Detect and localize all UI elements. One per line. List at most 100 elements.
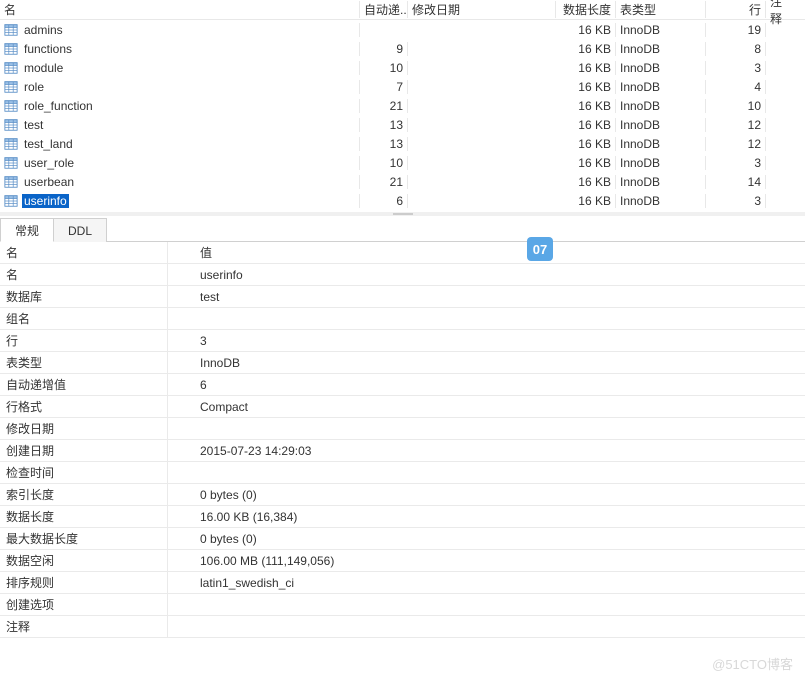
property-row[interactable]: 注释 [0, 616, 805, 638]
property-row[interactable]: 创建选项 [0, 594, 805, 616]
table-name: admins [22, 23, 65, 37]
property-value: 16.00 KB (16,384) [168, 510, 805, 524]
properties-grid: 名 值 名 userinfo 数据库 test 组名 行 3 表类型 InnoD… [0, 242, 805, 638]
cell-auto-inc: 10 [360, 61, 408, 75]
tab-ddl[interactable]: DDL [53, 218, 107, 242]
header-data-length[interactable]: 数据长度 [556, 1, 616, 18]
property-row[interactable]: 数据空闲 106.00 MB (111,149,056) [0, 550, 805, 572]
property-value: latin1_swedish_ci [168, 576, 805, 590]
cell-auto-inc: 9 [360, 42, 408, 56]
property-key: 排序规则 [0, 572, 168, 593]
cell-rows: 19 [706, 23, 766, 37]
property-row[interactable]: 排序规则 latin1_swedish_ci [0, 572, 805, 594]
table-icon [4, 156, 18, 170]
header-name[interactable]: 名 [0, 1, 360, 18]
property-key: 名 [0, 264, 168, 285]
cell-auto-inc: 7 [360, 80, 408, 94]
property-row[interactable]: 行 3 [0, 330, 805, 352]
tab-general[interactable]: 常规 [0, 218, 54, 242]
property-value: 3 [168, 334, 805, 348]
table-name: module [22, 61, 65, 75]
cell-rows: 3 [706, 61, 766, 75]
cell-table-type: InnoDB [616, 61, 706, 75]
property-row[interactable]: 自动递增值 6 [0, 374, 805, 396]
cell-data-length: 16 KB [556, 80, 616, 94]
cell-rows: 10 [706, 99, 766, 113]
cell-rows: 14 [706, 175, 766, 189]
table-row[interactable]: test 13 16 KB InnoDB 12 [0, 115, 805, 134]
property-row[interactable]: 数据库 test [0, 286, 805, 308]
property-key: 注释 [0, 616, 168, 637]
table-row[interactable]: userinfo 6 16 KB InnoDB 3 [0, 191, 805, 210]
property-value: 0 bytes (0) [168, 488, 805, 502]
header-comment[interactable]: 注释 [766, 0, 796, 27]
cell-table-type: InnoDB [616, 80, 706, 94]
table-icon [4, 61, 18, 75]
property-key: 检查时间 [0, 462, 168, 483]
property-row[interactable]: 数据长度 16.00 KB (16,384) [0, 506, 805, 528]
table-row[interactable]: functions 9 16 KB InnoDB 8 [0, 39, 805, 58]
properties-header: 名 值 [0, 242, 805, 264]
header-rows[interactable]: 行 [706, 1, 766, 18]
properties-header-key[interactable]: 名 [0, 242, 168, 263]
cell-rows: 12 [706, 118, 766, 132]
property-row[interactable]: 行格式 Compact [0, 396, 805, 418]
property-value: test [168, 290, 805, 304]
property-key: 索引长度 [0, 484, 168, 505]
table-icon [4, 118, 18, 132]
property-row[interactable]: 索引长度 0 bytes (0) [0, 484, 805, 506]
table-row[interactable]: test_land 13 16 KB InnoDB 12 [0, 134, 805, 153]
table-row[interactable]: userbean 21 16 KB InnoDB 14 [0, 172, 805, 191]
header-auto-inc[interactable]: 自动递... [360, 1, 408, 18]
cell-auto-inc: 13 [360, 137, 408, 151]
property-row[interactable]: 名 userinfo [0, 264, 805, 286]
cell-rows: 8 [706, 42, 766, 56]
properties-header-val[interactable]: 值 [168, 244, 805, 261]
detail-tabs: 常规 DDL [0, 218, 805, 242]
table-name: functions [22, 42, 74, 56]
table-name: test_land [22, 137, 75, 151]
cell-data-length: 16 KB [556, 118, 616, 132]
cell-table-type: InnoDB [616, 42, 706, 56]
property-value: userinfo [168, 268, 805, 282]
property-key: 创建日期 [0, 440, 168, 461]
cell-data-length: 16 KB [556, 42, 616, 56]
header-modify-date[interactable]: 修改日期 [408, 1, 556, 18]
cell-auto-inc: 6 [360, 194, 408, 208]
property-key: 表类型 [0, 352, 168, 373]
property-row[interactable]: 组名 [0, 308, 805, 330]
table-row[interactable]: role_function 21 16 KB InnoDB 10 [0, 96, 805, 115]
property-key: 行 [0, 330, 168, 351]
table-icon [4, 137, 18, 151]
table-name: role [22, 80, 46, 94]
property-row[interactable]: 创建日期 2015-07-23 14:29:03 [0, 440, 805, 462]
property-key: 数据库 [0, 286, 168, 307]
cell-table-type: InnoDB [616, 99, 706, 113]
property-key: 最大数据长度 [0, 528, 168, 549]
table-row[interactable]: role 7 16 KB InnoDB 4 [0, 77, 805, 96]
table-row[interactable]: user_role 10 16 KB InnoDB 3 [0, 153, 805, 172]
cell-auto-inc: 21 [360, 99, 408, 113]
cell-rows: 12 [706, 137, 766, 151]
property-row[interactable]: 表类型 InnoDB [0, 352, 805, 374]
tables-header: 名 自动递... 修改日期 数据长度 表类型 行 注释 [0, 0, 805, 20]
property-value: 106.00 MB (111,149,056) [168, 554, 805, 568]
cell-table-type: InnoDB [616, 175, 706, 189]
property-row[interactable]: 最大数据长度 0 bytes (0) [0, 528, 805, 550]
property-key: 创建选项 [0, 594, 168, 615]
cell-table-type: InnoDB [616, 118, 706, 132]
table-row[interactable]: admins 16 KB InnoDB 19 [0, 20, 805, 39]
cell-data-length: 16 KB [556, 175, 616, 189]
splitter-handle[interactable] [0, 212, 805, 216]
watermark: @51CTO博客 [712, 654, 793, 673]
table-name: userbean [22, 175, 76, 189]
table-icon [4, 175, 18, 189]
table-row[interactable]: module 10 16 KB InnoDB 3 [0, 58, 805, 77]
property-key: 数据空闲 [0, 550, 168, 571]
cell-data-length: 16 KB [556, 137, 616, 151]
property-row[interactable]: 检查时间 [0, 462, 805, 484]
property-row[interactable]: 修改日期 [0, 418, 805, 440]
cell-auto-inc: 10 [360, 156, 408, 170]
header-table-type[interactable]: 表类型 [616, 1, 706, 18]
cell-rows: 3 [706, 156, 766, 170]
